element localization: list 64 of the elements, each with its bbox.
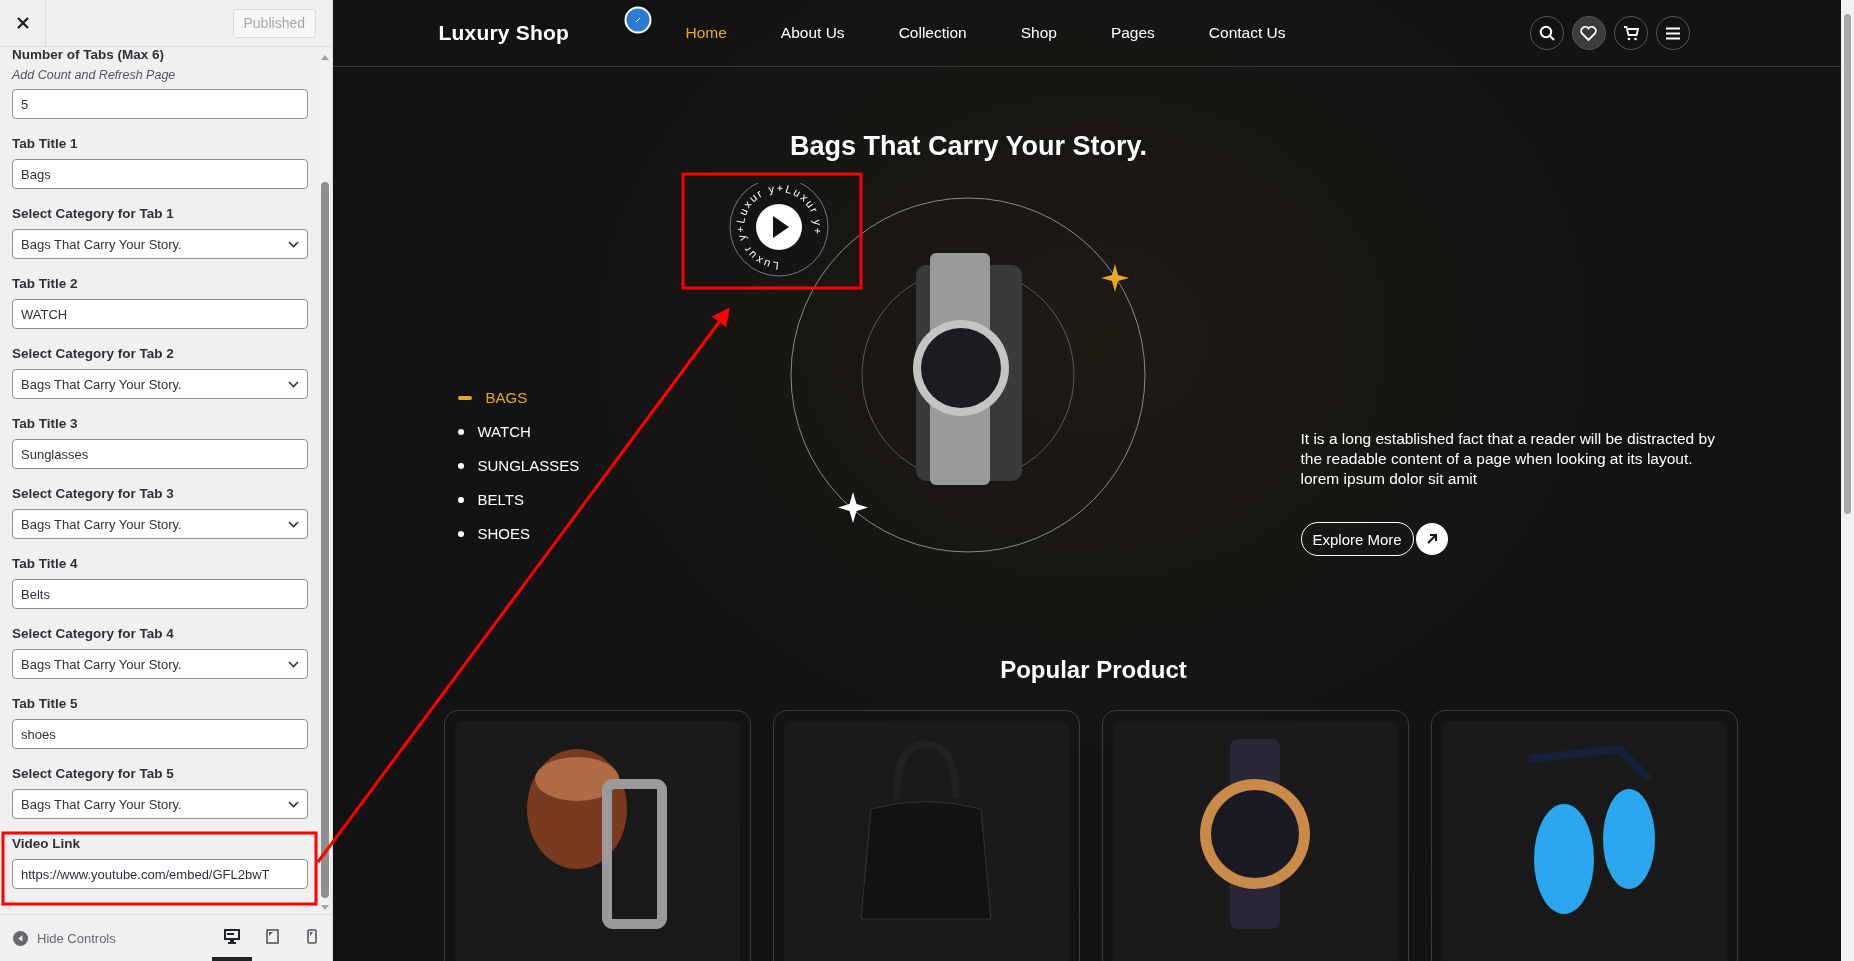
hero-title: Bags That Carry Your Story. xyxy=(788,131,1149,162)
chevron-down-icon xyxy=(288,380,299,388)
field-label: Video Link xyxy=(12,836,81,851)
category-tab[interactable]: BAGS xyxy=(457,389,644,406)
menu-icon xyxy=(1664,26,1681,40)
arrow-button[interactable] xyxy=(1415,523,1448,555)
cart-icon xyxy=(1622,25,1639,41)
nav-link[interactable]: Contact Us xyxy=(1208,24,1286,42)
category-tab[interactable]: SUNGLASSES xyxy=(457,457,644,474)
arrow-up-right-icon xyxy=(1425,533,1438,545)
desktop-icon xyxy=(224,928,240,944)
nav-link[interactable]: About Us xyxy=(780,24,845,42)
select-dropdown[interactable]: Bags That Carry Your Story. xyxy=(12,509,308,539)
input-field[interactable]: Bags xyxy=(12,159,308,189)
mobile-icon xyxy=(307,928,317,944)
product-card[interactable] xyxy=(1101,710,1409,961)
site-logo[interactable]: Luxury Shop xyxy=(438,21,570,45)
edit-shortcut-icon[interactable] xyxy=(624,6,652,34)
category-tab[interactable]: SHOES xyxy=(457,525,644,542)
field-label: Select Category for Tab 1 xyxy=(12,206,175,221)
heart-icon xyxy=(1580,25,1597,41)
nav-link[interactable]: Shop xyxy=(1020,24,1057,42)
input-field[interactable]: https://www.youtube.com/embed/GFL2bwT xyxy=(12,859,308,889)
field-label: Select Category for Tab 3 xyxy=(12,486,175,501)
input-field[interactable]: Sunglasses xyxy=(12,439,308,469)
section-title: Popular Product xyxy=(999,656,1188,684)
chevron-down-icon xyxy=(288,520,299,528)
field-label: Select Category for Tab 4 xyxy=(12,626,175,641)
field-label: Tab Title 1 xyxy=(12,136,79,151)
select-dropdown[interactable]: Bags That Carry Your Story. xyxy=(12,789,308,819)
hide-controls-button[interactable]: Hide Controls xyxy=(13,930,212,946)
category-tab[interactable]: WATCH xyxy=(457,423,644,440)
select-dropdown[interactable]: Bags That Carry Your Story. xyxy=(12,229,308,259)
field-label: Number of Tabs (Max 6) xyxy=(12,47,166,62)
product-card[interactable] xyxy=(1430,710,1738,961)
chevron-down-icon xyxy=(288,660,299,668)
nav-link[interactable]: Collection xyxy=(898,24,967,42)
category-tab[interactable]: BELTS xyxy=(457,491,644,508)
field-label: Tab Title 2 xyxy=(12,276,79,291)
select-dropdown[interactable]: Bags That Carry Your Story. xyxy=(12,649,308,679)
scrollbar[interactable] xyxy=(1841,0,1854,961)
product-card[interactable] xyxy=(443,710,751,961)
close-icon xyxy=(15,16,30,30)
select-dropdown[interactable]: Bags That Carry Your Story. xyxy=(12,369,308,399)
input-field[interactable]: shoes xyxy=(12,719,308,749)
input-field[interactable]: WATCH xyxy=(12,299,308,329)
chevron-down-icon xyxy=(288,800,299,808)
input-field[interactable]: Belts xyxy=(12,579,308,609)
hero-description: It is a long established fact that a reader will be distracted by the readable content of a page when looking at its layout. lorem ipsum dolor sit amit xyxy=(1300,429,1716,489)
field-description: Add Count and Refresh Page xyxy=(12,68,177,82)
nav-link[interactable]: Home xyxy=(685,24,727,42)
field-label: Tab Title 4 xyxy=(12,556,79,571)
wishlist-button[interactable] xyxy=(1571,16,1606,50)
sparkle-icon xyxy=(1100,264,1129,292)
sparkle-icon xyxy=(837,492,868,523)
search-icon xyxy=(1538,25,1555,41)
nav-link[interactable]: Pages xyxy=(1110,24,1155,42)
field-label: Tab Title 3 xyxy=(12,416,79,431)
field-label: Tab Title 5 xyxy=(12,696,79,711)
chevron-down-icon xyxy=(288,240,299,248)
input-field[interactable]: 5 xyxy=(12,89,308,119)
field-label: Select Category for Tab 2 xyxy=(12,346,175,361)
tablet-icon xyxy=(265,928,279,944)
field-label: Select Category for Tab 5 xyxy=(12,766,175,781)
